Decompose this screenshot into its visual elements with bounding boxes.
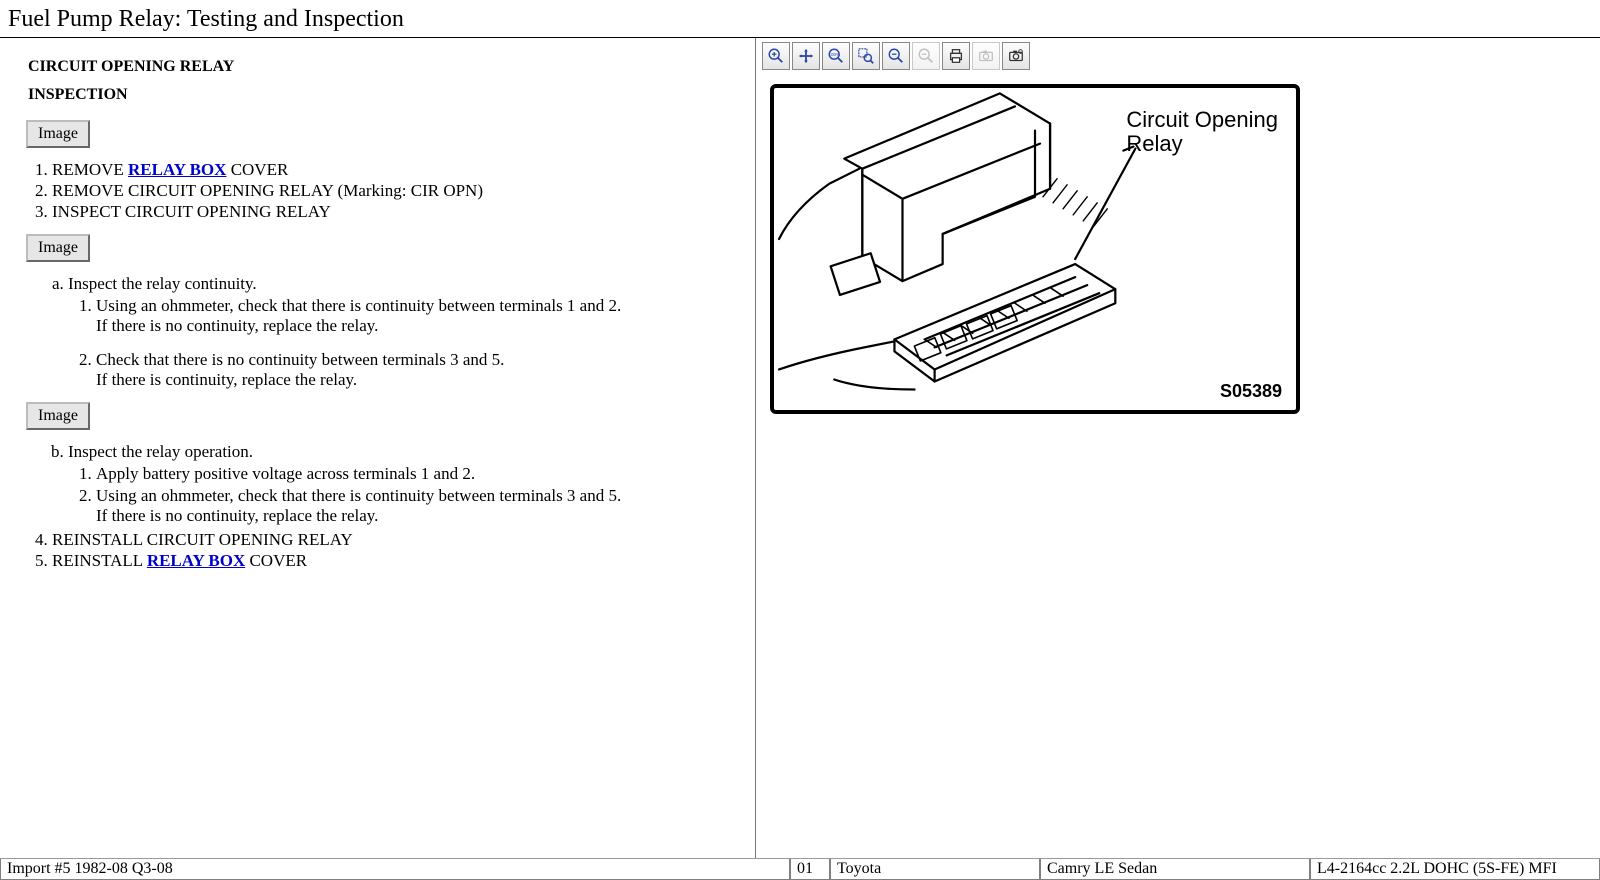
image-button[interactable]: Image [26, 120, 90, 148]
page-title: Fuel Pump Relay: Testing and Inspection [0, 0, 1600, 38]
diagram-label-line1: Circuit Opening [1126, 108, 1278, 132]
zoom-less-icon [912, 42, 940, 70]
pan-icon[interactable] [792, 42, 820, 70]
a1: Using an ohmmeter, check that there is c… [96, 296, 737, 348]
substep-b-lead: Inspect the relay operation. [68, 442, 253, 461]
diagram-label: Circuit Opening Relay [1126, 108, 1278, 156]
diagram-code: S05389 [1220, 381, 1282, 402]
status-engine: L4-2164cc 2.2L DOHC (5S-FE) MFI [1310, 859, 1600, 880]
step-3: INSPECT CIRCUIT OPENING RELAY [52, 202, 737, 222]
step-5-post: COVER [245, 551, 307, 570]
zoom-100-icon[interactable]: 100% [822, 42, 850, 70]
diagram: Circuit Opening Relay S05389 [770, 84, 1300, 414]
step-4: REINSTALL CIRCUIT OPENING RELAY [52, 530, 737, 550]
section-heading-inspection: INSPECTION [28, 86, 737, 104]
image-toolbar: 100% [756, 38, 1600, 74]
zoom-in-icon[interactable] [762, 42, 790, 70]
status-left: Import #5 1982-08 Q3-08 [0, 859, 790, 880]
section-heading-relay: CIRCUIT OPENING RELAY [28, 58, 737, 76]
print-icon[interactable] [942, 42, 970, 70]
b2: Using an ohmmeter, check that there is c… [96, 486, 737, 526]
procedure-list: REMOVE RELAY BOX COVER REMOVE CIRCUIT OP… [52, 160, 737, 222]
image-button[interactable]: Image [26, 234, 90, 262]
svg-text:100%: 100% [828, 52, 840, 57]
image-button[interactable]: Image [26, 402, 90, 430]
step-2: REMOVE CIRCUIT OPENING RELAY (Marking: C… [52, 181, 737, 201]
relay-box-link[interactable]: RELAY BOX [128, 160, 226, 179]
a2-line2: If there is continuity, replace the rela… [96, 370, 737, 390]
b2-line2: If there is no continuity, replace the r… [96, 506, 737, 526]
procedure-list-tail: REINSTALL CIRCUIT OPENING RELAY REINSTAL… [52, 530, 737, 571]
substep-a: Inspect the relay continuity. Using an o… [68, 274, 737, 390]
step-1-post: COVER [226, 160, 288, 179]
main-split: CIRCUIT OPENING RELAY INSPECTION Image R… [0, 38, 1600, 858]
article-pane: CIRCUIT OPENING RELAY INSPECTION Image R… [0, 38, 756, 858]
camera-settings-icon[interactable] [1002, 42, 1030, 70]
status-bar: Import #5 1982-08 Q3-08 01 Toyota Camry … [0, 858, 1600, 880]
status-model: Camry LE Sedan [1040, 859, 1310, 880]
substeps-b-nums: Apply battery positive voltage across te… [96, 464, 737, 526]
substeps-a: Inspect the relay continuity. Using an o… [68, 274, 737, 390]
step-1: REMOVE RELAY BOX COVER [52, 160, 737, 180]
status-make: Toyota [830, 859, 1040, 880]
step-5: REINSTALL RELAY BOX COVER [52, 551, 737, 571]
a2-line1: Check that there is no continuity betwee… [96, 350, 737, 370]
a2: Check that there is no continuity betwee… [96, 350, 737, 390]
substeps-a-nums: Using an ohmmeter, check that there is c… [96, 296, 737, 390]
substeps-b: Inspect the relay operation. Apply batte… [68, 442, 737, 526]
substep-a-lead: Inspect the relay continuity. [68, 274, 257, 293]
b2-line1: Using an ohmmeter, check that there is c… [96, 486, 737, 506]
a1-line2: If there is no continuity, replace the r… [96, 316, 737, 336]
zoom-area-icon[interactable] [852, 42, 880, 70]
relay-box-link[interactable]: RELAY BOX [147, 551, 245, 570]
diagram-label-line2: Relay [1126, 132, 1278, 156]
step-5-pre: REINSTALL [52, 551, 147, 570]
camera-icon [972, 42, 1000, 70]
image-pane: 100% [756, 38, 1600, 858]
b1: Apply battery positive voltage across te… [96, 464, 737, 484]
status-year: 01 [790, 859, 830, 880]
a1-line1: Using an ohmmeter, check that there is c… [96, 296, 737, 316]
zoom-out-icon[interactable] [882, 42, 910, 70]
substep-b: Inspect the relay operation. Apply batte… [68, 442, 737, 526]
step-1-pre: REMOVE [52, 160, 128, 179]
